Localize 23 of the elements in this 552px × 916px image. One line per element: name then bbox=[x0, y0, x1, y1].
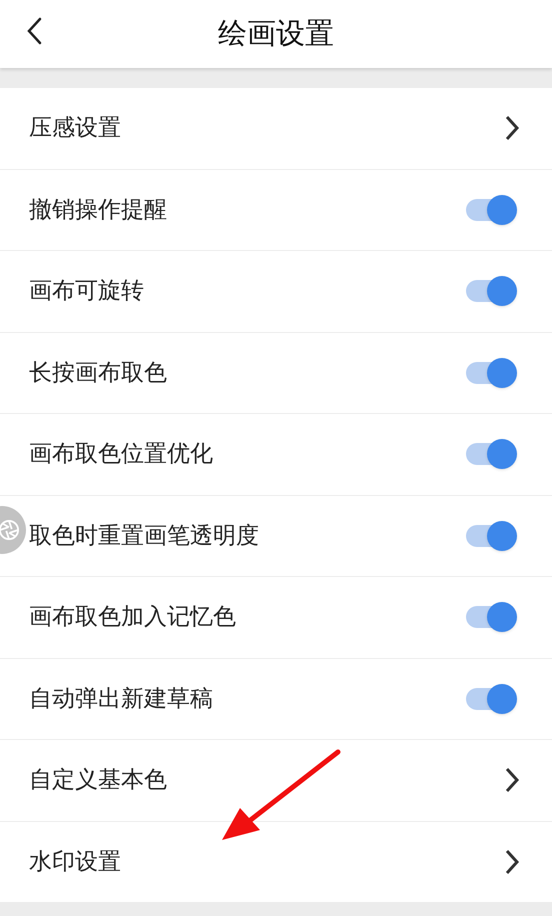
setting-label: 取色时重置画笔透明度 bbox=[29, 522, 260, 550]
setting-row[interactable]: 撤销操作提醒 bbox=[0, 170, 552, 251]
chevron-right-icon bbox=[504, 848, 520, 876]
setting-label: 水印设置 bbox=[29, 848, 122, 876]
setting-label: 自定义基本色 bbox=[29, 766, 168, 795]
setting-label: 画布取色加入记忆色 bbox=[29, 603, 237, 632]
setting-row[interactable]: 长按画布取色 bbox=[0, 332, 552, 414]
setting-label: 压感设置 bbox=[29, 114, 122, 143]
setting-label: 长按画布取色 bbox=[29, 358, 168, 388]
chevron-right-icon bbox=[504, 114, 520, 142]
back-icon[interactable] bbox=[26, 17, 42, 45]
setting-row[interactable]: 压感设置 bbox=[0, 88, 552, 170]
page-title: 绘画设置 bbox=[218, 15, 334, 52]
chevron-right-icon bbox=[504, 766, 520, 794]
setting-label: 撤销操作提醒 bbox=[29, 196, 168, 224]
setting-row[interactable]: 画布取色位置优化 bbox=[0, 414, 552, 496]
setting-label: 自动弹出新建草稿 bbox=[29, 684, 214, 714]
setting-row[interactable]: 自动弹出新建草稿 bbox=[0, 658, 552, 740]
setting-label: 画布取色位置优化 bbox=[29, 440, 214, 469]
setting-label: 画布可旋转 bbox=[29, 277, 145, 306]
aperture-icon bbox=[0, 520, 19, 540]
setting-row[interactable]: 画布可旋转 bbox=[0, 251, 552, 332]
setting-row[interactable]: 画布取色加入记忆色 bbox=[0, 577, 552, 658]
